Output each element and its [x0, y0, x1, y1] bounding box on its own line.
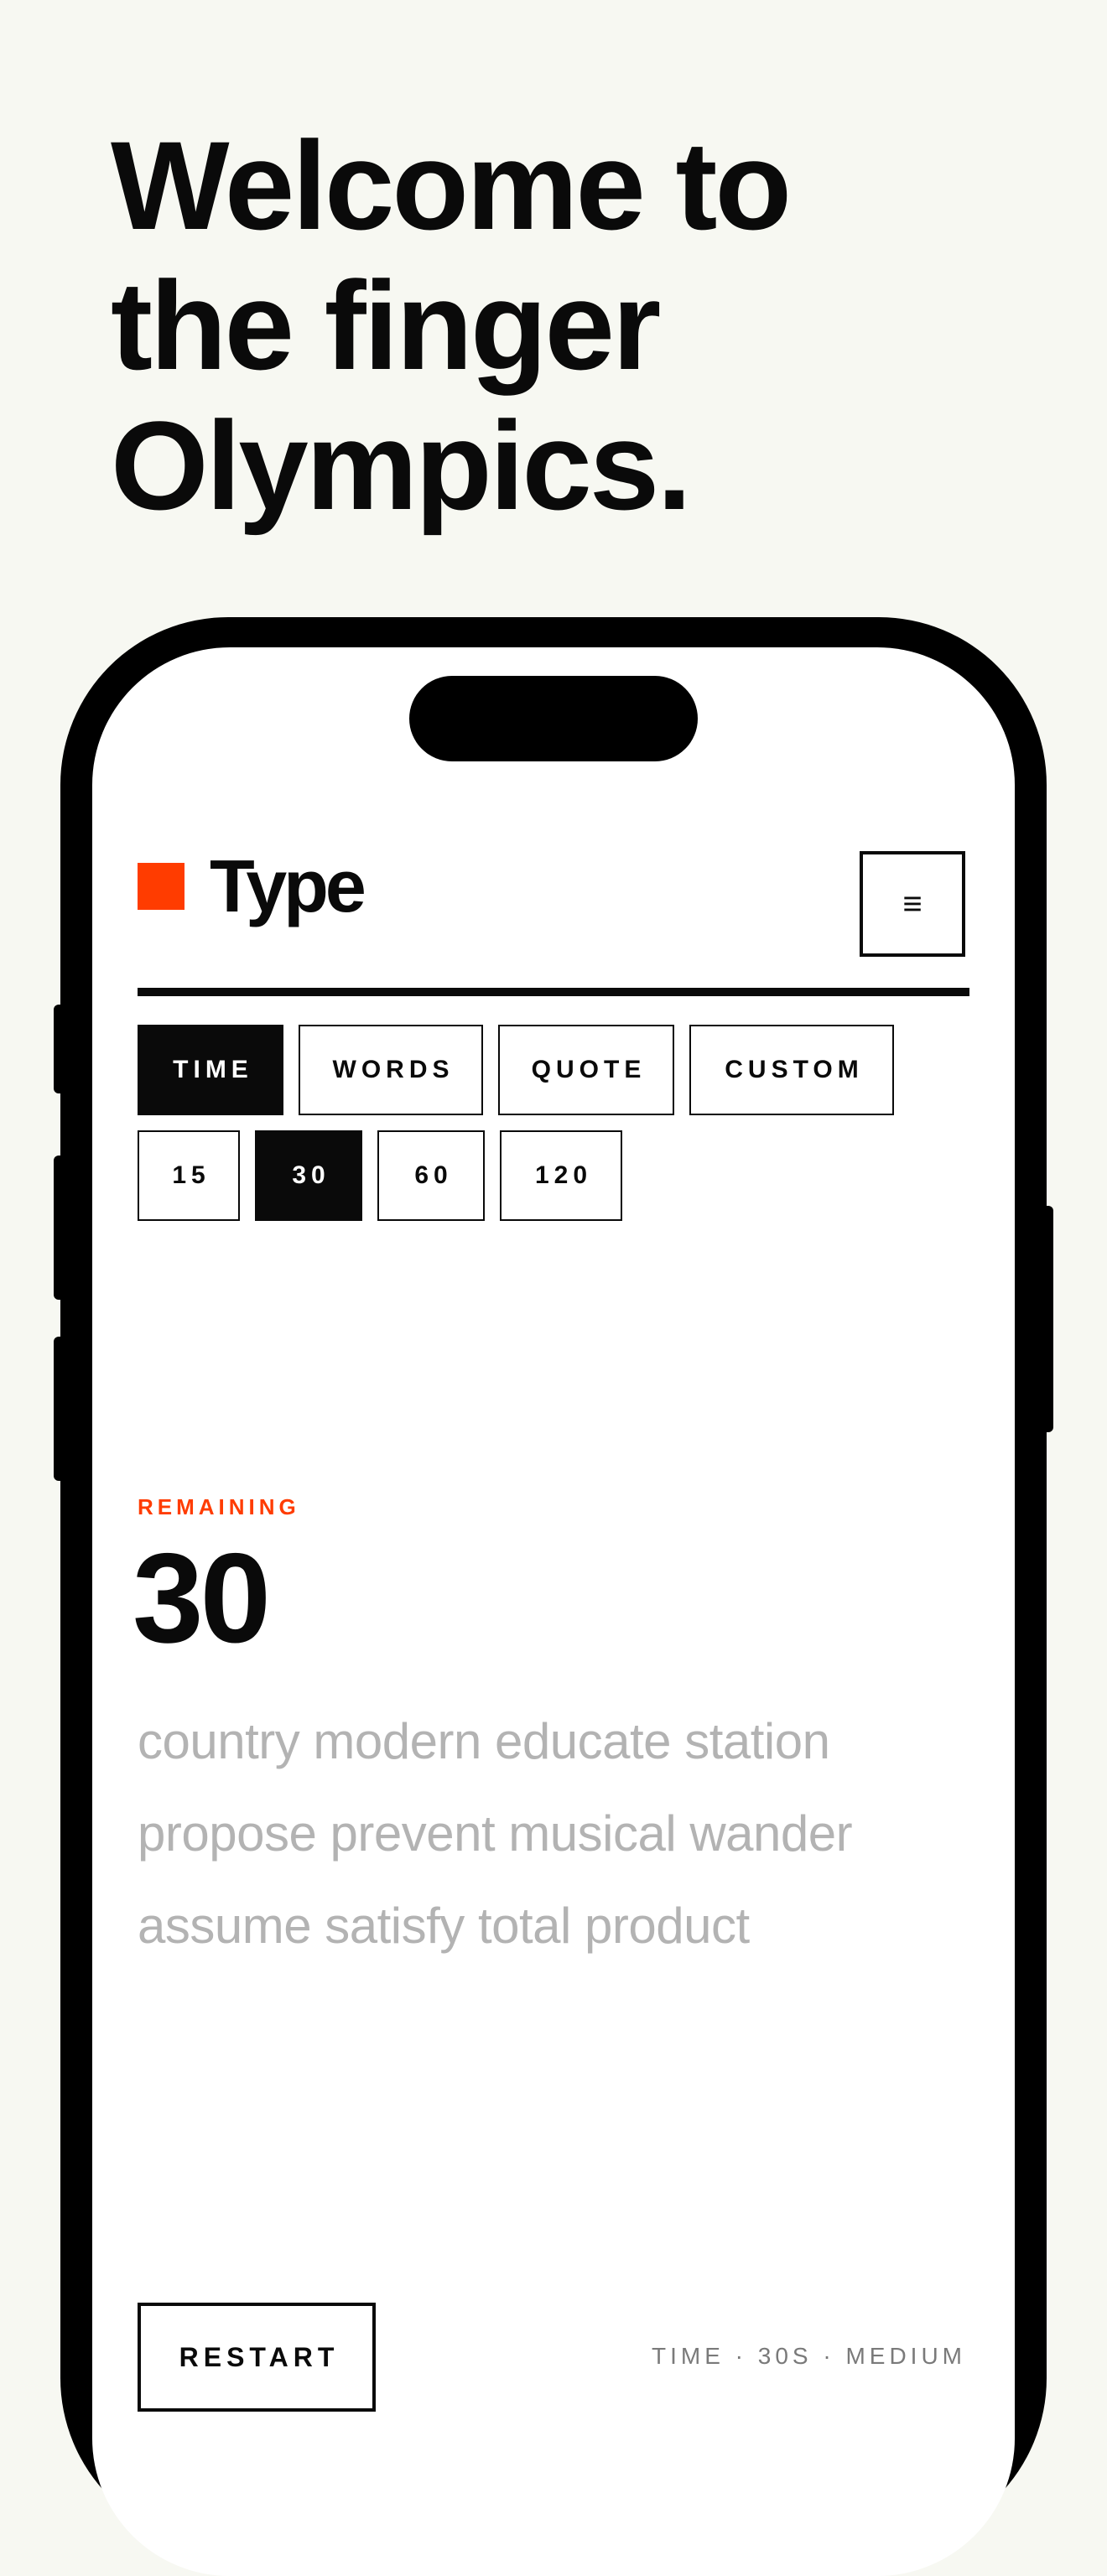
word-line: country modern educate station: [138, 1713, 830, 1769]
app-name: Type: [210, 844, 366, 927]
mode-tab-custom[interactable]: CUSTOM: [689, 1025, 894, 1115]
headline: Welcome to the finger Olympics.: [111, 115, 792, 536]
duration-option-120[interactable]: 120: [500, 1130, 622, 1221]
hamburger-menu-icon: ≡: [902, 886, 922, 922]
word-line: assume satisfy total product: [138, 1898, 750, 1954]
duration-option-15[interactable]: 15: [138, 1130, 240, 1221]
duration-option-30[interactable]: 30: [255, 1130, 362, 1221]
word-line: propose prevent musical wander: [138, 1805, 853, 1862]
word-prompt[interactable]: country modern educate station propose p…: [138, 1696, 976, 1972]
restart-button[interactable]: RESTART: [138, 2303, 376, 2412]
mode-tab-time[interactable]: TIME: [138, 1025, 283, 1115]
dynamic-island: [409, 676, 698, 761]
test-settings-status: TIME · 30S · MEDIUM: [651, 2343, 966, 2369]
phone-frame: Type ≡ TIME WORDS QUOTE CUSTOM 15 30 60 …: [60, 617, 1047, 2576]
timer-value: 30: [133, 1527, 271, 1670]
duration-option-60[interactable]: 60: [377, 1130, 485, 1221]
brand-square-icon: [138, 863, 184, 910]
mode-selector: TIME WORDS QUOTE CUSTOM: [138, 1025, 909, 1115]
app-brand: Type: [138, 840, 366, 932]
mode-tab-quote[interactable]: QUOTE: [498, 1025, 674, 1115]
headline-line-2: the finger: [111, 255, 661, 396]
headline-line-1: Welcome to: [111, 115, 792, 256]
header-divider: [138, 988, 969, 996]
duration-selector: 15 30 60 120: [138, 1130, 637, 1221]
mode-tab-words[interactable]: WORDS: [299, 1025, 483, 1115]
headline-line-3: Olympics.: [111, 395, 692, 536]
remaining-label: REMAINING: [138, 1494, 300, 1519]
menu-button[interactable]: ≡: [860, 851, 965, 957]
phone-screen: Type ≡ TIME WORDS QUOTE CUSTOM 15 30 60 …: [92, 647, 1015, 2576]
